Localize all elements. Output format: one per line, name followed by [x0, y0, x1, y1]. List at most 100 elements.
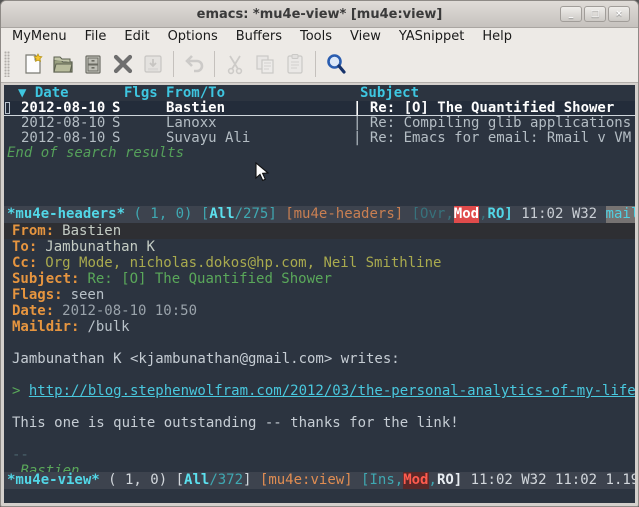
- modeline-time: 11:02 W32: [513, 206, 606, 223]
- menu-edit[interactable]: Edit: [115, 28, 158, 46]
- menu-buffers[interactable]: Buffers: [227, 28, 291, 46]
- minibuffer[interactable]: [4, 489, 635, 503]
- maildir-label: maildir:/bulk: [606, 206, 635, 222]
- mu4e-headers-window: ▼ Date Flgs From/To Subject 2012-08-10 S…: [4, 85, 635, 206]
- row-flags: S: [112, 131, 166, 146]
- toolbar: [1, 46, 638, 83]
- body-link[interactable]: http://blog.stephenwolfram.com/2012/03/t…: [29, 383, 635, 399]
- field-label: Maildir:: [12, 319, 79, 335]
- headers-column-row: ▼ Date Flgs From/To Subject: [4, 85, 635, 101]
- row-subject: | Re: Emacs for email: Rmail v VM v Gnus: [353, 131, 635, 146]
- quoted-link-line: > http://blog.stephenwolfram.com/2012/03…: [4, 383, 635, 399]
- row-date: 2012-08-10: [21, 116, 112, 131]
- cut-icon[interactable]: [220, 50, 250, 78]
- toolbar-separator: [173, 51, 174, 77]
- menu-help[interactable]: Help: [473, 28, 521, 46]
- search-icon[interactable]: [321, 50, 351, 78]
- modeline-buffer-name: *mu4e-view*: [7, 472, 100, 489]
- undo-icon[interactable]: [179, 50, 209, 78]
- toolbar-separator: [214, 51, 215, 77]
- maximize-button[interactable]: □: [584, 6, 606, 22]
- header-field-to: To:Jambunathan K: [4, 239, 635, 255]
- row-from: Suvayu Ali: [166, 131, 353, 146]
- row-date: 2012-08-10: [21, 101, 112, 116]
- new-file-icon[interactable]: [18, 50, 48, 78]
- window-title: emacs: *mu4e-view* [mu4e:view]: [197, 7, 443, 22]
- emacs-frame: ▼ Date Flgs From/To Subject 2012-08-10 S…: [4, 85, 635, 503]
- column-date[interactable]: ▼ Date: [18, 85, 124, 101]
- header-field-cc: Cc:Org Mode, nicholas.dokos@hp.com, Neil…: [4, 255, 635, 271]
- field-label: Cc:: [12, 255, 37, 271]
- close-button[interactable]: ×: [608, 6, 630, 22]
- header-field-from: From:Bastien: [4, 223, 635, 239]
- kill-buffer-icon[interactable]: [108, 50, 138, 78]
- signature-separator: --: [4, 447, 635, 463]
- save-buffer-icon[interactable]: [138, 50, 168, 78]
- modeline-major-mode[interactable]: [mu4e:view]: [260, 472, 361, 489]
- modeline-readonly-flag[interactable]: RO]: [488, 206, 513, 223]
- field-label: From:: [12, 223, 54, 239]
- hollow-cursor: [5, 102, 10, 114]
- row-from: Lanoxx: [166, 116, 353, 131]
- modeline-major-mode[interactable]: [mu4e-headers]: [285, 206, 411, 223]
- blank-line: [4, 367, 635, 383]
- field-label: Date:: [12, 303, 54, 319]
- field-value: Jambunathan K: [37, 239, 155, 255]
- modeline-status: ,: [479, 206, 487, 223]
- modeline-bracket: [: [176, 472, 184, 489]
- menu-yasnippet[interactable]: YASnippet: [390, 28, 474, 46]
- quote-prefix: >: [12, 383, 29, 399]
- modeline-buffer-name: *mu4e-headers*: [7, 206, 125, 223]
- menu-mymenu[interactable]: MyMenu: [3, 28, 76, 46]
- column-flags[interactable]: Flgs: [124, 85, 166, 101]
- open-file-icon[interactable]: [48, 50, 78, 78]
- modeline-lines-all: All: [209, 206, 234, 223]
- blank-line: [4, 431, 635, 447]
- modeline-status: [Ins,: [361, 472, 403, 489]
- menu-view[interactable]: View: [341, 28, 390, 46]
- column-from[interactable]: From/To: [166, 85, 360, 101]
- modeline-modified-flag[interactable]: Mod: [403, 472, 428, 489]
- field-label: To:: [12, 239, 37, 255]
- field-label: Flags:: [12, 287, 63, 303]
- attribution-line: Jambunathan K <kjambunathan@gmail.com> w…: [4, 351, 635, 367]
- mu4e-view-window: From:Bastien To:Jambunathan K Cc:Org Mod…: [4, 223, 635, 472]
- message-row[interactable]: 2012-08-10 S Lanoxx | Re: Compiling glib…: [4, 116, 635, 131]
- emacs-window: emacs: *mu4e-view* [mu4e:view] _ □ × MyM…: [0, 0, 639, 507]
- blank-line: [4, 335, 635, 351]
- comment-line: This one is quite outstanding -- thanks …: [4, 415, 635, 431]
- row-subject: | Re: Compiling glib applications: [353, 116, 635, 131]
- message-row-selected[interactable]: 2012-08-10 S Bastien | Re: [O] The Quant…: [4, 101, 635, 116]
- dired-icon[interactable]: [78, 50, 108, 78]
- toolbar-grip[interactable]: [4, 51, 10, 77]
- modeline-modified-flag[interactable]: Mod: [454, 206, 479, 223]
- modeline-readonly-flag[interactable]: RO]: [437, 472, 462, 489]
- menubar: MyMenu File Edit Options Buffers Tools V…: [1, 28, 638, 46]
- end-of-search-results: End of search results: [4, 146, 635, 161]
- row-from: Bastien: [166, 101, 353, 116]
- menu-options[interactable]: Options: [159, 28, 227, 46]
- field-value: Org Mode, nicholas.dokos@hp.com, Neil Sm…: [37, 255, 441, 271]
- modeline-maildir-segment: maildir:/bulk--------: [606, 206, 635, 223]
- modeline-lines-total: /275: [235, 206, 269, 223]
- header-field-date: Date:2012-08-10 10:50: [4, 303, 635, 319]
- row-flags: S: [112, 116, 166, 131]
- modeline-lines-all: All: [184, 472, 209, 489]
- header-field-maildir: Maildir:/bulk: [4, 319, 635, 335]
- minimize-button[interactable]: _: [560, 6, 582, 22]
- message-row[interactable]: 2012-08-10 S Suvayu Ali | Re: Emacs for …: [4, 131, 635, 146]
- field-value: seen: [63, 287, 105, 303]
- menu-file[interactable]: File: [76, 28, 116, 46]
- field-value: Bastien: [54, 223, 121, 239]
- view-modeline: *mu4e-view* ( 1, 0) [ All /372 ] [mu4e:v…: [4, 472, 635, 489]
- menu-tools[interactable]: Tools: [291, 28, 341, 46]
- row-subject: | Re: [O] The Quantified Shower: [353, 101, 635, 116]
- paste-icon[interactable]: [280, 50, 310, 78]
- header-field-subject: Subject:Re: [O] The Quantified Shower: [4, 271, 635, 287]
- modeline-status: ,: [429, 472, 437, 489]
- copy-icon[interactable]: [250, 50, 280, 78]
- modeline-bracket: ]: [268, 206, 285, 223]
- row-date: 2012-08-10: [21, 131, 112, 146]
- titlebar[interactable]: emacs: *mu4e-view* [mu4e:view] _ □ ×: [1, 1, 638, 28]
- column-subject[interactable]: Subject: [360, 85, 635, 101]
